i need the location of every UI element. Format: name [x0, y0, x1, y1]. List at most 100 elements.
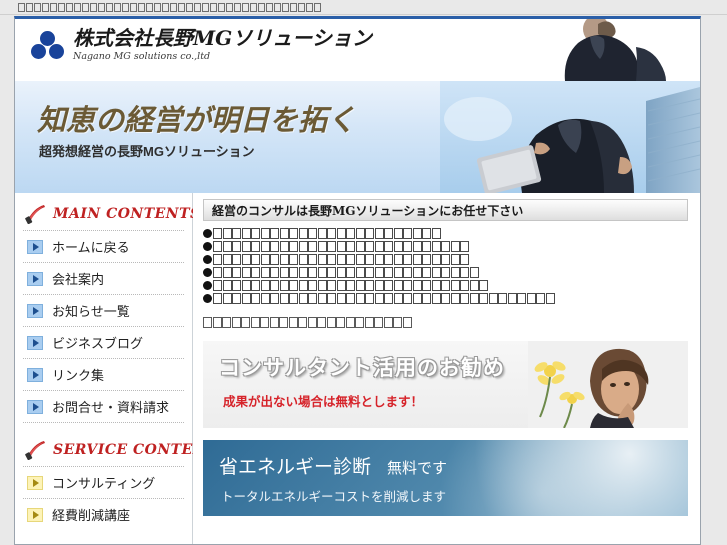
sidebar-item-label: コンサルティング — [52, 476, 156, 491]
missing-glyph-box — [98, 2, 105, 12]
triangle-bullet-icon — [27, 271, 43, 286]
site-logo[interactable]: 株式会社長野MGソリューション Nagano MG solutions co.,… — [31, 25, 372, 63]
consultant-banner-photo — [528, 341, 688, 428]
quill-pen-icon — [25, 440, 47, 460]
feature-bullet-line — [203, 253, 688, 266]
sidebar: MAIN CONTENTS ホームに戻る 会社案内 お知らせ一覧 ビジネスブログ — [15, 193, 227, 544]
missing-glyph-box — [242, 2, 249, 12]
bullet-text-missing-glyphs — [213, 280, 489, 291]
missing-glyph-box — [202, 2, 209, 12]
bullet-text-missing-glyphs — [213, 267, 479, 278]
missing-glyph-box — [66, 2, 73, 12]
page-body: MAIN CONTENTS ホームに戻る 会社案内 お知らせ一覧 ビジネスブログ — [15, 193, 700, 544]
missing-glyph-box — [130, 2, 137, 12]
missing-glyph-box — [290, 2, 297, 12]
missing-glyph-box — [250, 2, 257, 12]
triangle-bullet-icon — [27, 399, 43, 414]
missing-glyph-box — [298, 2, 305, 12]
missing-glyph-box — [274, 2, 281, 12]
bullet-dot-icon — [203, 294, 212, 303]
triangle-bullet-icon — [27, 239, 43, 254]
missing-glyph-box — [162, 2, 169, 12]
missing-glyph-box — [306, 2, 313, 12]
sidebar-item-links[interactable]: リンク集 — [15, 359, 192, 390]
energy-banner-title-small: 無料です — [387, 460, 448, 477]
sidebar-item-label: お知らせ一覧 — [52, 304, 130, 319]
missing-glyph-box — [138, 2, 145, 12]
missing-glyph-box — [26, 2, 33, 12]
quill-pen-icon — [25, 204, 47, 224]
missing-glyph-box — [106, 2, 113, 12]
bullet-dot-icon — [203, 229, 212, 238]
missing-glyph-box — [258, 2, 265, 12]
sidebar-item-home[interactable]: ホームに戻る — [15, 231, 192, 262]
missing-glyph-box — [34, 2, 41, 12]
bullet-dot-icon — [203, 255, 212, 264]
sidebar-heading-service: SERVICE CONTENTS — [15, 437, 227, 466]
sidebar-item-news[interactable]: お知らせ一覧 — [15, 295, 192, 326]
missing-glyph-box — [282, 2, 289, 12]
missing-glyph-box — [178, 2, 185, 12]
sidebar-item-label: 経費削減講座 — [52, 508, 131, 523]
bullet-dot-icon — [203, 242, 212, 251]
site-page-container: 株式会社長野MGソリューション Nagano MG solutions co.,… — [14, 16, 701, 545]
sidebar-item-consulting[interactable]: コンサルティング — [15, 467, 192, 498]
hero-subtitle: 超発想経営の長野MGソリューション — [39, 144, 255, 159]
missing-glyph-box — [314, 2, 321, 12]
main-content: 経営のコンサルは長野MGソリューションにお任せ下さい コンサルタント活用のお勧め… — [193, 193, 700, 544]
bullet-text-missing-glyphs — [213, 241, 470, 252]
sidebar-item-blog[interactable]: ビジネスブログ — [15, 327, 192, 358]
sidebar-item-cost-course[interactable]: 経費削減講座 — [15, 499, 192, 530]
sidebar-item-company[interactable]: 会社案内 — [15, 263, 192, 294]
bullet-text-missing-glyphs — [213, 254, 470, 265]
consultant-banner-title: コンサルタント活用のお勧め — [219, 357, 505, 380]
bullet-text-missing-glyphs — [213, 228, 441, 239]
triangle-bullet-icon — [27, 303, 43, 318]
bullet-dot-icon — [203, 268, 212, 277]
content-section-title: 経営のコンサルは長野MGソリューションにお任せ下さい — [203, 199, 688, 221]
missing-glyph-box — [82, 2, 89, 12]
missing-glyph-box — [234, 2, 241, 12]
triangle-bullet-icon — [27, 507, 43, 522]
feature-bullet-line — [203, 227, 688, 240]
feature-bullet-line — [203, 240, 688, 253]
missing-glyph-box — [50, 2, 57, 12]
three-circles-logo-icon — [31, 31, 65, 63]
sidebar-item-label: リンク集 — [52, 368, 105, 383]
missing-glyph-box — [58, 2, 65, 12]
sidebar-item-label: お問合せ・資料請求 — [52, 400, 170, 415]
header-photo — [450, 19, 700, 81]
energy-banner[interactable]: 省エネルギー診断 無料です トータルエネルギーコストを削減します — [203, 440, 688, 516]
hero-photo — [440, 81, 700, 193]
missing-glyph-box — [90, 2, 97, 12]
missing-glyph-box — [154, 2, 161, 12]
consultant-banner-subtitle: 成果が出ない場合は無料とします！ — [223, 395, 424, 409]
bullet-dot-icon — [203, 281, 212, 290]
missing-glyph-box — [194, 2, 201, 12]
energy-banner-title-main: 省エネルギー診断 — [219, 457, 372, 478]
triangle-bullet-icon — [27, 335, 43, 350]
feature-bullet-line — [203, 292, 688, 305]
sidebar-heading-label: MAIN CONTENTS — [53, 206, 201, 222]
hero-banner: 知恵の経営が明日を拓く 超発想経営の長野MGソリューション — [15, 81, 700, 193]
feature-bullet-line — [203, 266, 688, 279]
energy-banner-title: 省エネルギー診断 無料です — [219, 452, 447, 479]
missing-glyph-box — [210, 2, 217, 12]
missing-glyph-box — [266, 2, 273, 12]
feature-bullet-line — [203, 279, 688, 292]
sidebar-item-label: 会社案内 — [52, 272, 105, 287]
missing-glyph-box — [170, 2, 177, 12]
triangle-bullet-icon — [27, 367, 43, 382]
missing-glyph-box — [146, 2, 153, 12]
content-note-line — [203, 316, 688, 329]
missing-glyph-box — [74, 2, 81, 12]
consultant-banner[interactable]: コンサルタント活用のお勧め 成果が出ない場合は無料とします！ — [203, 341, 688, 428]
bullet-text-missing-glyphs — [213, 293, 555, 304]
feature-bullet-list — [203, 227, 688, 305]
missing-glyph-box — [122, 2, 129, 12]
company-name-en: Nagano MG solutions co.,ltd — [73, 51, 211, 62]
missing-glyph-box — [186, 2, 193, 12]
missing-glyph-box — [218, 2, 225, 12]
sidebar-item-contact[interactable]: お問合せ・資料請求 — [15, 391, 192, 422]
